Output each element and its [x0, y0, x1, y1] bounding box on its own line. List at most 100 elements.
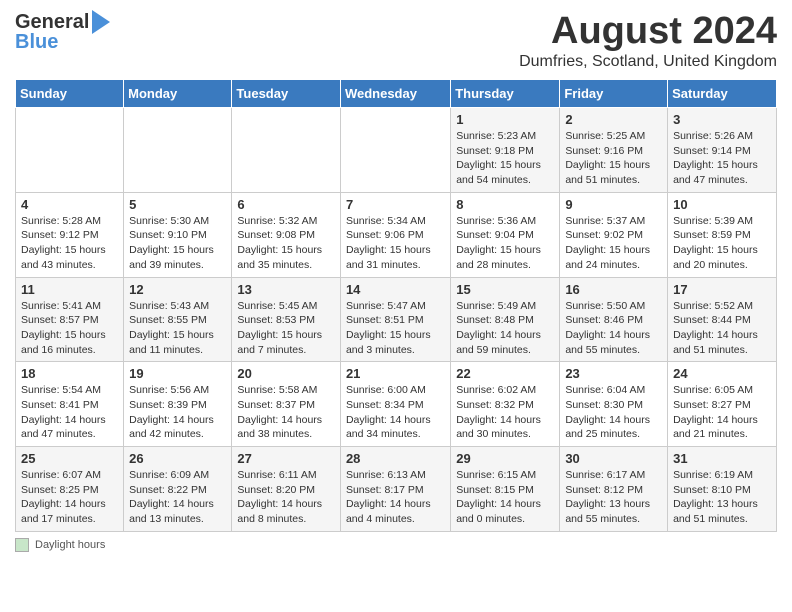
logo-general-text: General — [15, 12, 89, 32]
calendar-cell: 26 Sunrise: 6:09 AM Sunset: 8:22 PM Dayli… — [124, 447, 232, 532]
calendar-cell: 7Sunrise: 5:34 AM Sunset: 9:06 PM Daylig… — [340, 192, 450, 277]
day-info: Sunrise: 5:41 AM Sunset: 8:57 PM Dayligh… — [21, 299, 118, 358]
logo-arrow-icon — [92, 10, 110, 34]
calendar-cell: 20Sunrise: 5:58 AM Sunset: 8:37 PM Dayli… — [232, 362, 341, 447]
day-number: 27 — [237, 451, 335, 466]
day-info: Sunrise: 5:56 AM Sunset: 8:39 PM Dayligh… — [129, 383, 226, 442]
calendar-cell — [16, 108, 124, 193]
day-info: Sunrise: 6:09 AM Sunset: 8:22 PM Dayligh… — [129, 468, 226, 527]
day-number: 28 — [346, 451, 445, 466]
calendar-day-header: Monday — [124, 80, 232, 108]
day-number: 7 — [346, 197, 445, 212]
calendar-cell: 6 Sunrise: 5:32 AM Sunset: 9:08 PM Daylig… — [232, 192, 341, 277]
day-number: 22 — [456, 366, 554, 381]
calendar-cell: 28 Sunrise: 6:13 AM Sunset: 8:17 PM Dayli… — [340, 447, 450, 532]
day-info: Sunrise: 5:23 AM Sunset: 9:18 PM Dayligh… — [456, 129, 554, 188]
day-info: Sunrise: 5:25 AM Sunset: 9:16 PM Dayligh… — [565, 129, 662, 188]
calendar-cell: 23 Sunrise: 6:04 AM Sunset: 8:30 PM Dayli… — [560, 362, 668, 447]
calendar-cell: 22 Sunrise: 6:02 AM Sunset: 8:32 PM Dayli… — [451, 362, 560, 447]
day-number: 16 — [565, 282, 662, 297]
calendar-day-header: Friday — [560, 80, 668, 108]
day-info: Sunrise: 5:49 AM Sunset: 8:48 PM Dayligh… — [456, 299, 554, 358]
day-info: Sunrise: 5:30 AM Sunset: 9:10 PM Dayligh… — [129, 214, 226, 273]
day-info: Sunrise: 6:04 AM Sunset: 8:30 PM Dayligh… — [565, 383, 662, 442]
logo: General Blue — [15, 10, 110, 52]
day-info: Sunrise: 5:32 AM Sunset: 9:08 PM Dayligh… — [237, 214, 335, 273]
calendar-cell — [232, 108, 341, 193]
calendar-cell: 5 Sunrise: 5:30 AM Sunset: 9:10 PM Daylig… — [124, 192, 232, 277]
calendar-cell: 31 Sunrise: 6:19 AM Sunset: 8:10 PM Dayli… — [668, 447, 777, 532]
day-info: Sunrise: 6:11 AM Sunset: 8:20 PM Dayligh… — [237, 468, 335, 527]
month-title: August 2024 — [519, 10, 777, 53]
day-number: 29 — [456, 451, 554, 466]
day-info: Sunrise: 6:17 AM Sunset: 8:12 PM Dayligh… — [565, 468, 662, 527]
calendar-day-header: Sunday — [16, 80, 124, 108]
day-info: Sunrise: 6:13 AM Sunset: 8:17 PM Dayligh… — [346, 468, 445, 527]
day-number: 8 — [456, 197, 554, 212]
day-info: Sunrise: 6:07 AM Sunset: 8:25 PM Dayligh… — [21, 468, 118, 527]
calendar-cell: 8 Sunrise: 5:36 AM Sunset: 9:04 PM Daylig… — [451, 192, 560, 277]
daylight-label: Daylight hours — [35, 539, 105, 551]
calendar-day-header: Wednesday — [340, 80, 450, 108]
day-number: 2 — [565, 112, 662, 127]
calendar-cell: 30 Sunrise: 6:17 AM Sunset: 8:12 PM Dayli… — [560, 447, 668, 532]
day-number: 5 — [129, 197, 226, 212]
day-info: Sunrise: 5:43 AM Sunset: 8:55 PM Dayligh… — [129, 299, 226, 358]
day-info: Sunrise: 5:50 AM Sunset: 8:46 PM Dayligh… — [565, 299, 662, 358]
calendar-cell — [340, 108, 450, 193]
calendar-cell: 11Sunrise: 5:41 AM Sunset: 8:57 PM Dayli… — [16, 277, 124, 362]
calendar-cell: 13Sunrise: 5:45 AM Sunset: 8:53 PM Dayli… — [232, 277, 341, 362]
day-number: 26 — [129, 451, 226, 466]
calendar-week-row: 25 Sunrise: 6:07 AM Sunset: 8:25 PM Dayli… — [16, 447, 777, 532]
calendar-cell: 18Sunrise: 5:54 AM Sunset: 8:41 PM Dayli… — [16, 362, 124, 447]
day-info: Sunrise: 5:26 AM Sunset: 9:14 PM Dayligh… — [673, 129, 771, 188]
day-info: Sunrise: 5:37 AM Sunset: 9:02 PM Dayligh… — [565, 214, 662, 273]
day-number: 30 — [565, 451, 662, 466]
calendar-cell: 29 Sunrise: 6:15 AM Sunset: 8:15 PM Dayli… — [451, 447, 560, 532]
day-info: Sunrise: 6:02 AM Sunset: 8:32 PM Dayligh… — [456, 383, 554, 442]
calendar-week-row: 1Sunrise: 5:23 AM Sunset: 9:18 PM Daylig… — [16, 108, 777, 193]
day-number: 12 — [129, 282, 226, 297]
day-info: Sunrise: 6:15 AM Sunset: 8:15 PM Dayligh… — [456, 468, 554, 527]
day-number: 3 — [673, 112, 771, 127]
calendar-cell: 3 Sunrise: 5:26 AM Sunset: 9:14 PM Daylig… — [668, 108, 777, 193]
day-number: 25 — [21, 451, 118, 466]
calendar-day-header: Thursday — [451, 80, 560, 108]
calendar-cell: 24 Sunrise: 6:05 AM Sunset: 8:27 PM Dayli… — [668, 362, 777, 447]
day-info: Sunrise: 5:39 AM Sunset: 8:59 PM Dayligh… — [673, 214, 771, 273]
calendar-cell: 21 Sunrise: 6:00 AM Sunset: 8:34 PM Dayli… — [340, 362, 450, 447]
calendar-day-header: Saturday — [668, 80, 777, 108]
calendar-cell: 1Sunrise: 5:23 AM Sunset: 9:18 PM Daylig… — [451, 108, 560, 193]
day-number: 9 — [565, 197, 662, 212]
footer-note: Daylight hours — [15, 538, 777, 552]
day-number: 23 — [565, 366, 662, 381]
day-info: Sunrise: 6:05 AM Sunset: 8:27 PM Dayligh… — [673, 383, 771, 442]
day-info: Sunrise: 5:45 AM Sunset: 8:53 PM Dayligh… — [237, 299, 335, 358]
calendar-header-row: SundayMondayTuesdayWednesdayThursdayFrid… — [16, 80, 777, 108]
day-info: Sunrise: 6:00 AM Sunset: 8:34 PM Dayligh… — [346, 383, 445, 442]
calendar-cell: 9 Sunrise: 5:37 AM Sunset: 9:02 PM Daylig… — [560, 192, 668, 277]
day-number: 14 — [346, 282, 445, 297]
day-number: 24 — [673, 366, 771, 381]
day-info: Sunrise: 5:36 AM Sunset: 9:04 PM Dayligh… — [456, 214, 554, 273]
day-number: 10 — [673, 197, 771, 212]
day-info: Sunrise: 5:28 AM Sunset: 9:12 PM Dayligh… — [21, 214, 118, 273]
day-info: Sunrise: 6:19 AM Sunset: 8:10 PM Dayligh… — [673, 468, 771, 527]
daylight-legend-box — [15, 538, 29, 552]
day-number: 21 — [346, 366, 445, 381]
calendar-cell: 10 Sunrise: 5:39 AM Sunset: 8:59 PM Dayli… — [668, 192, 777, 277]
calendar-week-row: 11Sunrise: 5:41 AM Sunset: 8:57 PM Dayli… — [16, 277, 777, 362]
day-info: Sunrise: 5:52 AM Sunset: 8:44 PM Dayligh… — [673, 299, 771, 358]
calendar-cell: 15Sunrise: 5:49 AM Sunset: 8:48 PM Dayli… — [451, 277, 560, 362]
calendar-week-row: 4Sunrise: 5:28 AM Sunset: 9:12 PM Daylig… — [16, 192, 777, 277]
location-subtitle: Dumfries, Scotland, United Kingdom — [519, 53, 777, 71]
day-number: 31 — [673, 451, 771, 466]
calendar-table: SundayMondayTuesdayWednesdayThursdayFrid… — [15, 79, 777, 532]
day-number: 6 — [237, 197, 335, 212]
calendar-cell: 12 Sunrise: 5:43 AM Sunset: 8:55 PM Dayli… — [124, 277, 232, 362]
calendar-cell: 19Sunrise: 5:56 AM Sunset: 8:39 PM Dayli… — [124, 362, 232, 447]
calendar-cell: 27 Sunrise: 6:11 AM Sunset: 8:20 PM Dayli… — [232, 447, 341, 532]
calendar-cell — [124, 108, 232, 193]
day-info: Sunrise: 5:47 AM Sunset: 8:51 PM Dayligh… — [346, 299, 445, 358]
day-number: 17 — [673, 282, 771, 297]
